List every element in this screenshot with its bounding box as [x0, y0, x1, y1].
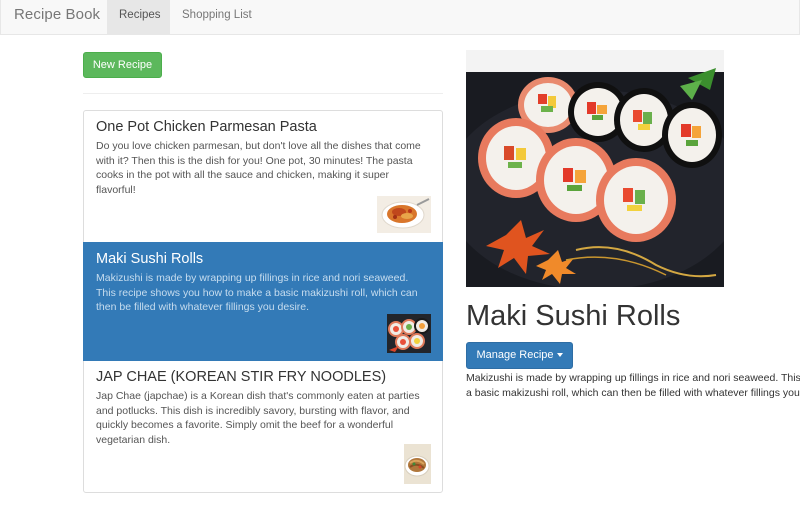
description-line: Makizushi is made by wrapping up filling… [466, 372, 800, 384]
sushi-rolls-image [466, 50, 724, 287]
recipe-list-item[interactable]: One Pot Chicken Parmesan Pasta Do you lo… [83, 110, 443, 243]
manage-recipe-dropdown-button[interactable]: Manage Recipe [466, 342, 573, 369]
sushi-rolls-thumbnail [387, 314, 431, 353]
description-line: a basic makizushi roll, which can then b… [466, 387, 800, 399]
brand-link[interactable]: Recipe Book [14, 6, 100, 23]
divider [83, 93, 443, 94]
recipe-description: Do you love chicken parmesan, but don't … [96, 140, 421, 196]
caret-down-icon [556, 353, 563, 358]
recipe-title: JAP CHAE (KOREAN STIR FRY NOODLES) [96, 369, 387, 385]
recipe-detail-title: Maki Sushi Rolls [466, 300, 681, 332]
tab-recipes[interactable]: Recipes [107, 0, 170, 34]
recipe-description: Makizushi is made by wrapping up filling… [96, 272, 418, 313]
manage-recipe-label: Manage Recipe [476, 349, 554, 361]
pasta-dish-thumbnail [377, 196, 431, 233]
recipe-title: One Pot Chicken Parmesan Pasta [96, 119, 317, 135]
recipe-list-item-active[interactable]: Maki Sushi Rolls Makizushi is made by wr… [83, 242, 443, 361]
recipe-title: Maki Sushi Rolls [96, 251, 204, 267]
recipe-detail-description: Makizushi is made by wrapping up filling… [466, 371, 800, 401]
recipe-description: Jap Chae (japchae) is a Korean dish that… [96, 390, 420, 446]
recipe-list-item[interactable]: JAP CHAE (KOREAN STIR FRY NOODLES) Jap C… [83, 360, 443, 493]
tab-shopping-list[interactable]: Shopping List [170, 0, 264, 34]
navbar: Recipe Book Recipes Shopping List [0, 0, 800, 35]
new-recipe-button[interactable]: New Recipe [83, 52, 162, 78]
noodle-dish-thumbnail [404, 444, 431, 484]
